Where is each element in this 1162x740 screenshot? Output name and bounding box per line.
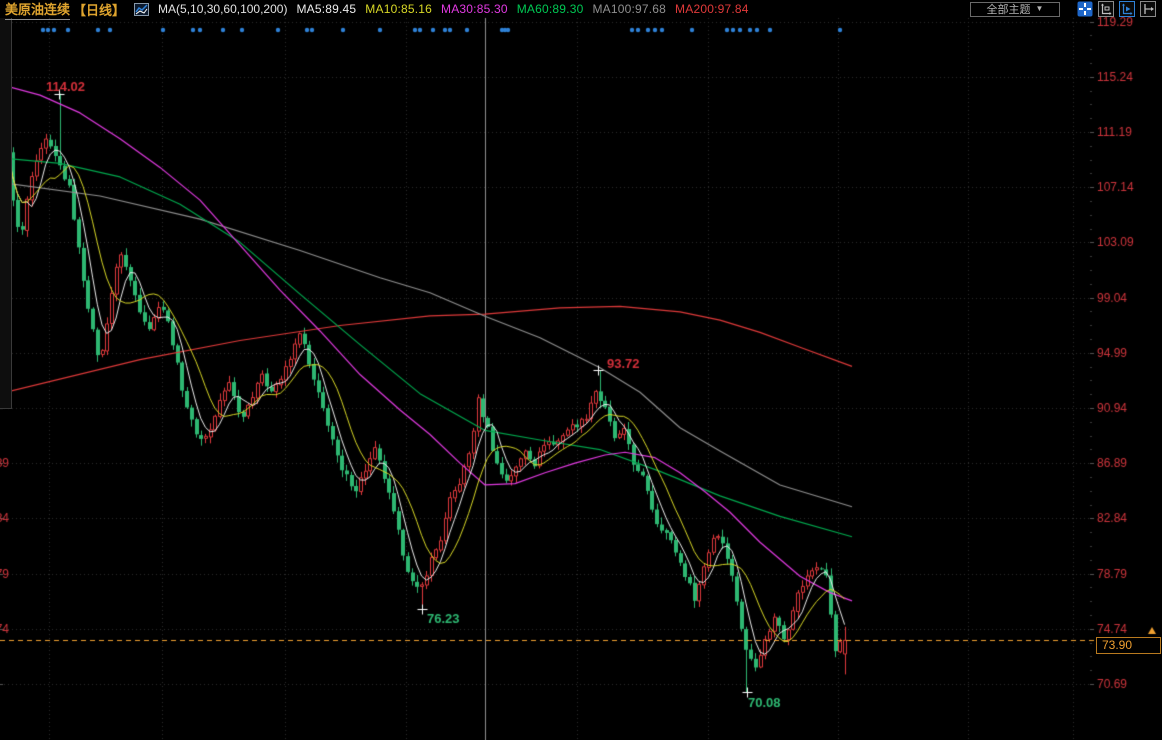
trading-chart-app: { "header": { "symbol": "美原油连续", "period… bbox=[0, 0, 1162, 740]
ma30-value: MA30:85.30 bbox=[441, 2, 508, 16]
ma5-value: MA5:89.45 bbox=[296, 2, 356, 16]
current-price-tag[interactable]: 73.90 bbox=[1096, 637, 1161, 654]
crosshair-grid-icon[interactable] bbox=[1077, 1, 1093, 17]
theme-dropdown[interactable]: 全部主题 ▼ bbox=[970, 2, 1060, 17]
ma-settings-label[interactable]: MA(5,10,30,60,100,200) bbox=[158, 2, 287, 16]
axis-scale-icon[interactable] bbox=[1098, 1, 1114, 17]
chart-header: 美原油连续 【日线】 MA(5,10,30,60,100,200) MA5:89… bbox=[0, 0, 1162, 18]
axis-shift-icon[interactable] bbox=[1140, 1, 1156, 17]
left-axis-edge bbox=[0, 18, 12, 409]
ma100-value: MA100:97.68 bbox=[592, 2, 666, 16]
axis-scale-active-icon[interactable] bbox=[1119, 1, 1135, 17]
ma200-value: MA200:97.84 bbox=[675, 2, 749, 16]
period-label: 【日线】 bbox=[73, 0, 125, 19]
ma60-value: MA60:89.30 bbox=[517, 2, 584, 16]
symbol-title[interactable]: 美原油连续 bbox=[5, 0, 70, 20]
theme-dropdown-label: 全部主题 bbox=[987, 1, 1031, 17]
candlestick-chart-canvas[interactable] bbox=[0, 0, 1162, 740]
ma10-value: MA10:85.16 bbox=[365, 2, 432, 16]
line-chart-icon[interactable] bbox=[134, 2, 149, 17]
chart-toolbar bbox=[1077, 1, 1156, 17]
chevron-down-icon: ▼ bbox=[1036, 5, 1044, 13]
